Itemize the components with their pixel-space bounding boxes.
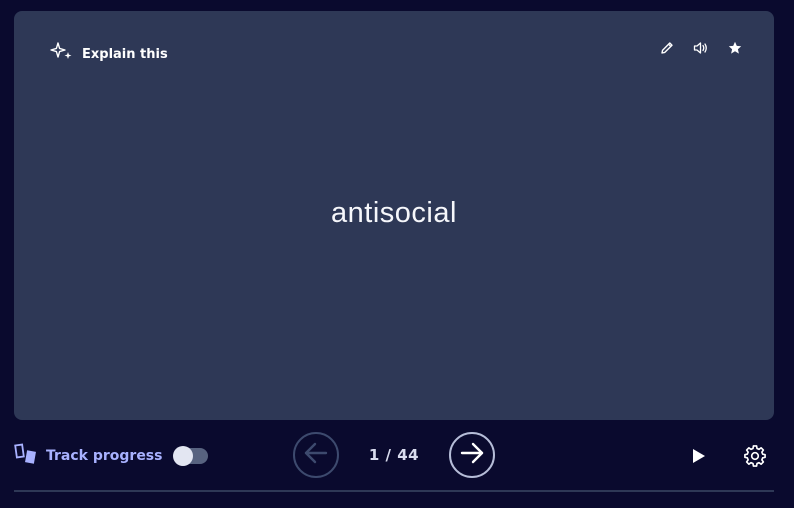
sparkle-icon: [50, 42, 74, 66]
explain-this-button[interactable]: Explain this: [50, 42, 168, 66]
study-controls: Track progress 1 / 44: [14, 430, 774, 482]
speaker-icon[interactable]: [692, 39, 710, 57]
previous-card-button[interactable]: [293, 432, 339, 478]
gear-icon[interactable]: [744, 445, 766, 467]
next-card-button[interactable]: [449, 432, 495, 478]
explain-this-label: Explain this: [82, 46, 168, 62]
arrow-right-icon: [459, 442, 485, 468]
pencil-icon[interactable]: [658, 39, 676, 57]
cards-icon: [14, 443, 38, 469]
track-progress: Track progress: [14, 443, 209, 469]
card-counter: 1 / 44: [368, 446, 420, 464]
track-progress-toggle[interactable]: [173, 446, 209, 466]
flashcard[interactable]: Explain this antisocial: [14, 11, 774, 420]
bottom-divider: [14, 490, 774, 492]
star-icon[interactable]: [726, 39, 744, 57]
track-progress-label: Track progress: [46, 448, 163, 464]
flashcard-term: antisocial: [331, 197, 457, 229]
play-icon[interactable]: [688, 445, 710, 467]
card-actions: [658, 39, 744, 57]
toggle-knob: [173, 446, 194, 466]
right-controls: [688, 445, 766, 467]
card-navigation: 1 / 44: [293, 432, 495, 478]
arrow-left-icon: [303, 442, 329, 468]
